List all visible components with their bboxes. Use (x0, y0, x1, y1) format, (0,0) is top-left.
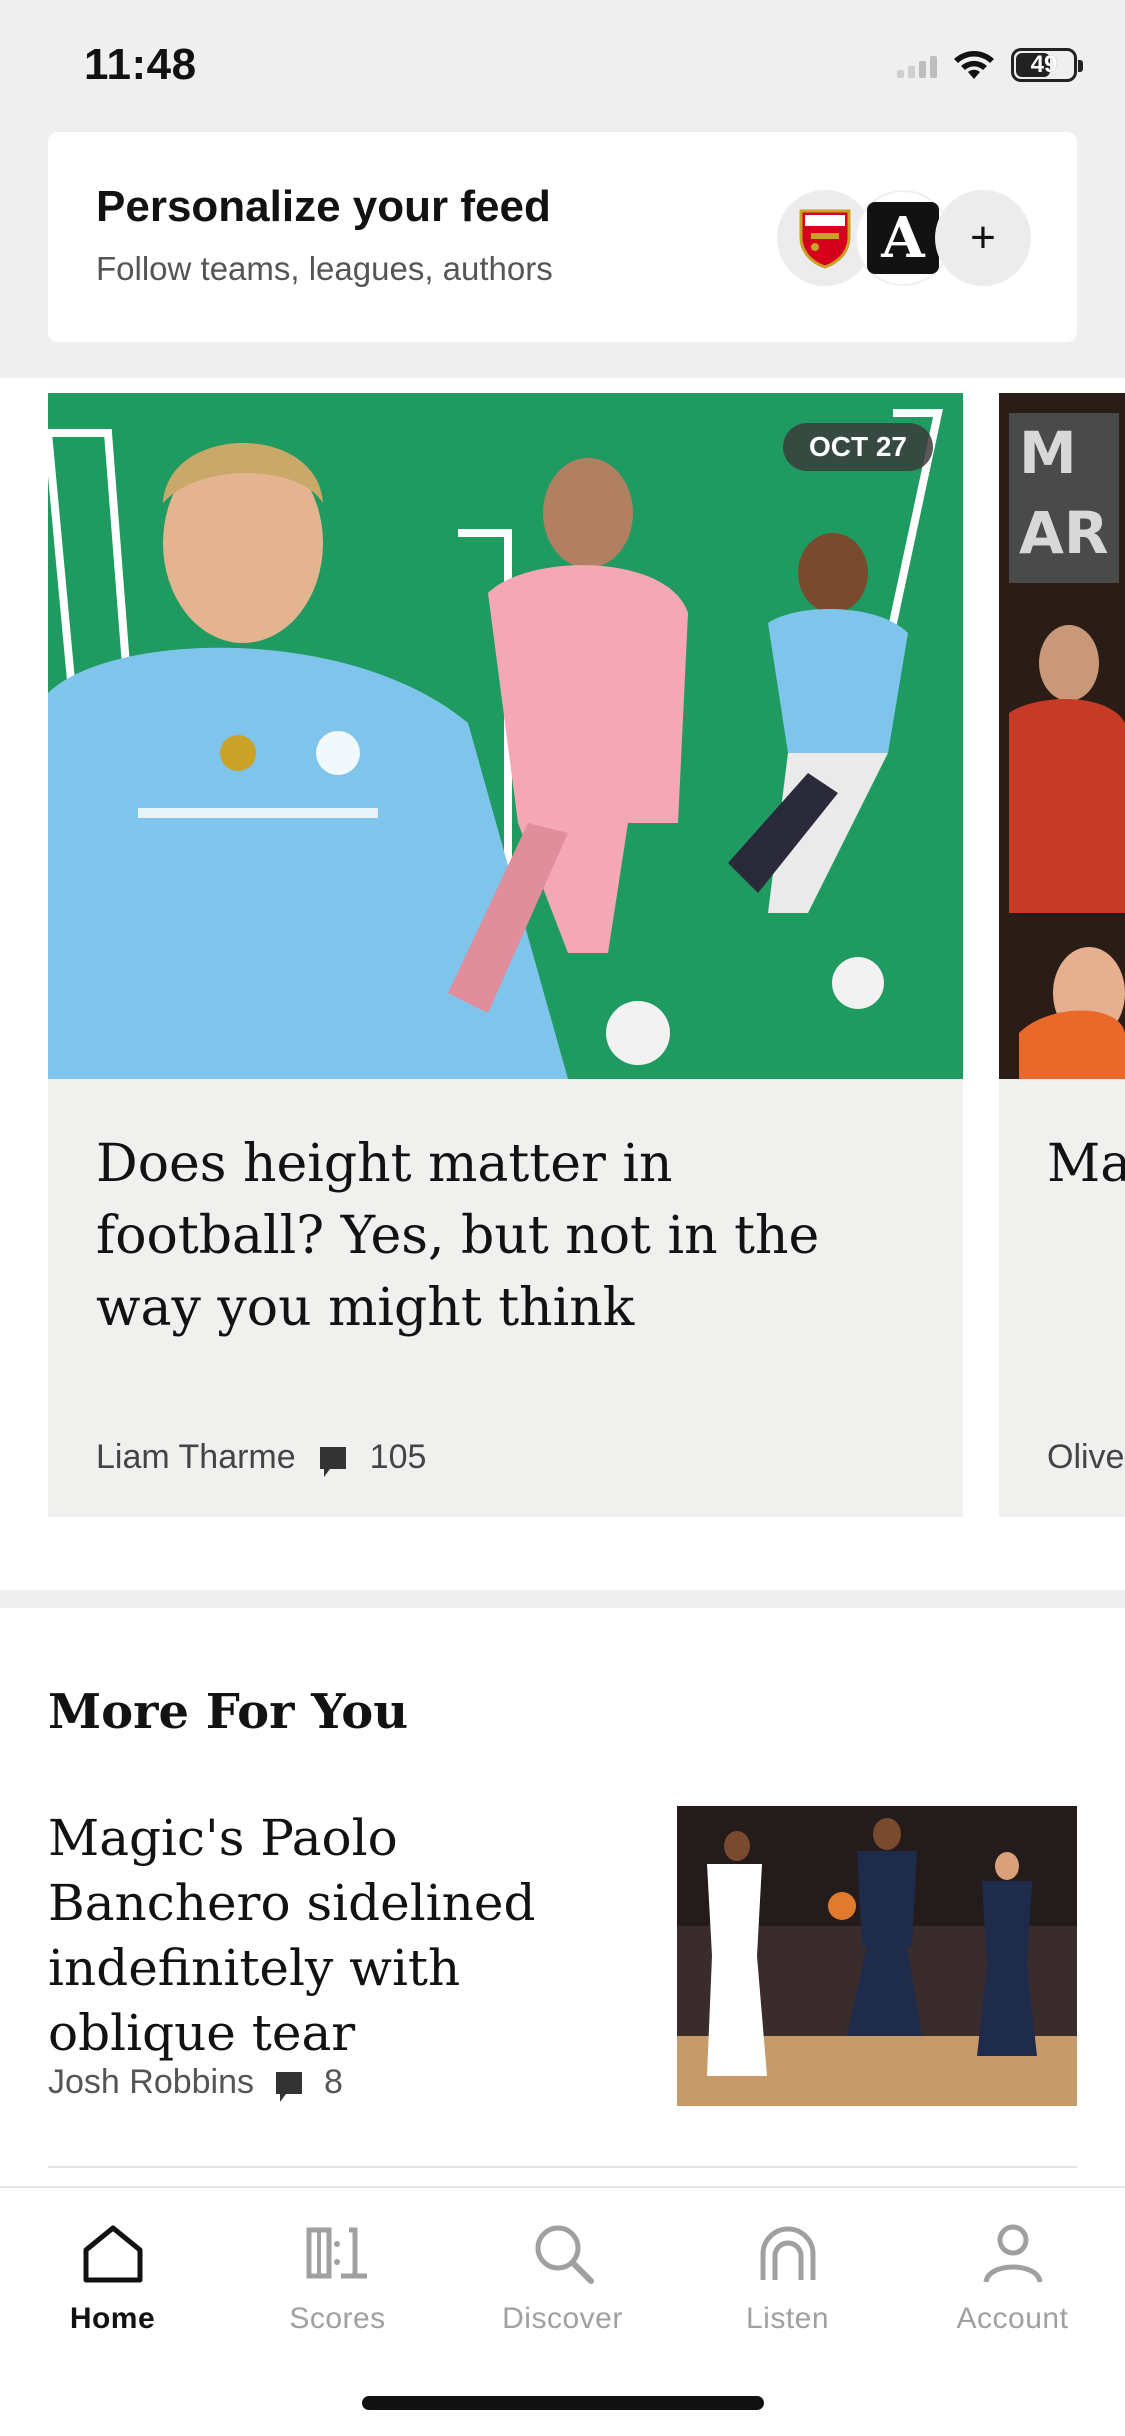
story-headline[interactable]: Magic's Paolo Banchero sidelined indefin… (48, 1806, 648, 2066)
tab-label: Listen (745, 2302, 830, 2335)
home-indicator[interactable] (362, 2396, 764, 2410)
section-title: More For You (48, 1684, 409, 1740)
author-name[interactable]: Oliver (1047, 1438, 1125, 1477)
more-for-you-section: More For You Magic's Paolo Banchero side… (0, 1608, 1125, 2188)
featured-story-card[interactable]: OCT 27 Does height matter in football? Y… (48, 393, 963, 1517)
headphones-icon (760, 2226, 815, 2280)
home-icon (83, 2225, 142, 2283)
athletic-a-logo: A (867, 202, 939, 274)
tab-scores[interactable]: Scores (225, 2208, 450, 2358)
tab-home[interactable]: Home (0, 2208, 225, 2358)
section-divider (0, 1590, 1125, 1608)
personalize-title: Personalize your feed (96, 182, 551, 231)
story-headline[interactable]: Ma the tho (1047, 1128, 1125, 1200)
tab-listen[interactable]: Listen (675, 2208, 900, 2358)
scores-icon (306, 2227, 367, 2279)
svg-text:AR: AR (1019, 499, 1109, 567)
cellular-signal-icon (897, 52, 937, 78)
tab-discover[interactable]: Discover (450, 2208, 675, 2358)
author-name[interactable]: Josh Robbins (48, 2063, 254, 2102)
story-byline: Josh Robbins 8 (48, 2063, 343, 2102)
search-icon (535, 2225, 594, 2284)
story-divider (48, 2166, 1077, 2168)
tab-label: Account (956, 2302, 1069, 2335)
status-time: 11:48 (84, 40, 197, 89)
featured-carousel[interactable]: OCT 27 Does height matter in football? Y… (0, 378, 1125, 1593)
tab-label: Discover (502, 2302, 623, 2335)
plus-icon[interactable]: + (935, 190, 1031, 286)
story-image: OCT 27 (48, 393, 963, 1079)
status-icons: 49 (897, 48, 1083, 82)
story-image: M AR (999, 393, 1125, 1079)
author-name[interactable]: Liam Tharme (96, 1438, 296, 1477)
comment-count[interactable]: 8 (324, 2063, 343, 2102)
header-area: 11:48 49 Personalize your feed Follow te… (0, 0, 1125, 378)
tab-account[interactable]: Account (900, 2208, 1125, 2358)
followed-avatars: A + (777, 190, 1031, 286)
comment-icon (319, 1446, 346, 1477)
svg-text:M: M (1019, 419, 1077, 487)
comment-icon (276, 2071, 303, 2102)
account-icon (983, 2224, 1042, 2283)
story-byline: Liam Tharme 105 (96, 1438, 426, 1477)
wifi-icon (954, 51, 994, 79)
status-bar: 11:48 49 (0, 0, 1125, 130)
next-story-card[interactable]: M AR Ma the tho Oliver (999, 393, 1125, 1517)
battery-icon: 49 (1011, 48, 1083, 82)
story-headline[interactable]: Does height matter in football? Yes, but… (96, 1128, 916, 1344)
personalize-subtitle: Follow teams, leagues, authors (96, 250, 553, 287)
personalize-feed-card[interactable]: Personalize your feed Follow teams, leag… (48, 132, 1077, 342)
story-byline: Oliver (1047, 1438, 1125, 1477)
date-badge: OCT 27 (782, 423, 933, 471)
battery-level: 49 (1030, 51, 1058, 78)
comment-count[interactable]: 105 (370, 1438, 427, 1477)
story-thumbnail[interactable] (677, 1806, 1077, 2106)
tab-label: Home (69, 2302, 156, 2335)
tab-label: Scores (289, 2302, 386, 2335)
